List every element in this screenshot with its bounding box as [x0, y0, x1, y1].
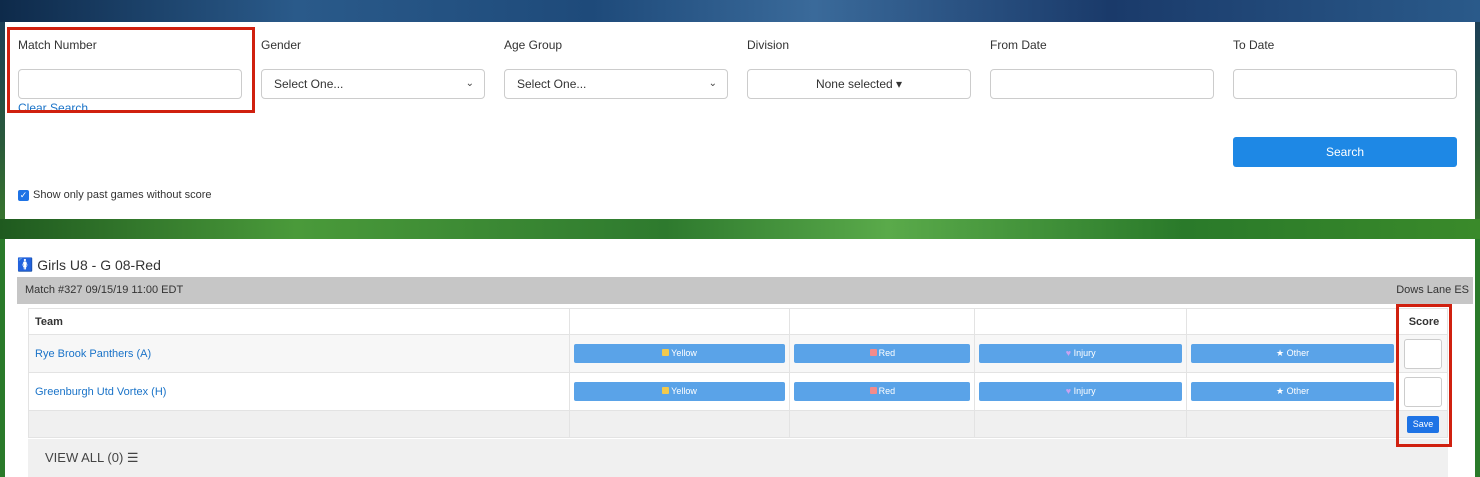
past-games-label: Show only past games without score [33, 189, 212, 201]
clear-search-link[interactable]: Clear Search [18, 101, 88, 115]
age-group-field: Age Group Select One... ⌄ [504, 37, 728, 99]
score-input[interactable] [1403, 376, 1442, 407]
team-link[interactable]: Rye Brook Panthers (A) [33, 348, 151, 360]
from-date-input[interactable] [990, 69, 1214, 99]
search-button[interactable]: Search [1233, 137, 1457, 167]
table-header-row: Team Score [28, 308, 1449, 335]
yellow-card-button[interactable]: Yellow [573, 344, 786, 363]
to-date-input[interactable] [1233, 69, 1457, 99]
search-panel: Match Number Clear Search Gender Select … [5, 22, 1475, 219]
match-table: Team Score Rye Brook Panthers (A) Yellow… [28, 308, 1449, 438]
division-title: Girls U8 - G 08-Red [37, 257, 161, 273]
heart-icon: ♥ [1065, 386, 1072, 396]
age-group-select-value: Select One... [517, 77, 587, 91]
division-field: Division None selected ▾ [747, 37, 971, 99]
match-number-input[interactable] [18, 69, 242, 99]
team-column-header: Team [28, 308, 570, 335]
division-heading: 🚺 Girls U8 - G 08-Red [17, 257, 161, 273]
team-link[interactable]: Greenburgh Utd Vortex (H) [33, 386, 166, 398]
to-date-field: To Date [1233, 37, 1457, 99]
star-icon: ★ [1275, 348, 1285, 358]
view-all-label: VIEW ALL (0) [45, 450, 124, 465]
from-date-label: From Date [990, 38, 1047, 52]
results-panel: 🚺 Girls U8 - G 08-Red Match #327 09/15/1… [5, 239, 1475, 477]
red-card-button[interactable]: Red [794, 382, 971, 401]
star-icon: ★ [1275, 386, 1285, 396]
list-icon: ☰ [126, 450, 139, 465]
field-background [0, 219, 1480, 239]
injury-button[interactable]: ♥ Injury [979, 382, 1183, 401]
past-games-checkbox[interactable]: ✓ [18, 189, 29, 201]
gender-select-value: Select One... [274, 77, 344, 91]
field-background-right [1475, 239, 1480, 477]
other-button[interactable]: ★ Other [1191, 344, 1394, 363]
female-person-icon: 🚺 [17, 257, 34, 272]
age-group-label: Age Group [504, 38, 563, 52]
yellow-card-button[interactable]: Yellow [573, 382, 786, 401]
past-games-checkbox-row[interactable]: ✓ Show only past games without score [18, 189, 212, 201]
yellow-card-icon [662, 349, 670, 356]
chevron-down-icon: ⌄ [465, 78, 474, 89]
gender-select[interactable]: Select One... ⌄ [261, 69, 485, 99]
red-card-icon [869, 349, 877, 356]
save-button[interactable]: Save [1406, 415, 1439, 433]
view-all-link[interactable]: VIEW ALL (0) ☰ [28, 439, 1448, 477]
heart-icon: ♥ [1065, 348, 1072, 358]
match-number-label: Match Number [18, 38, 97, 52]
match-header: Match #327 09/15/19 11:00 EDT Dows Lane … [17, 277, 1473, 304]
table-row: Greenburgh Utd Vortex (H) Yellow Red ♥ I… [28, 372, 1449, 411]
chevron-down-icon: ⌄ [708, 78, 717, 89]
age-group-select[interactable]: Select One... ⌄ [504, 69, 728, 99]
to-date-label: To Date [1233, 38, 1275, 52]
match-info: Match #327 09/15/19 11:00 EDT [25, 284, 184, 296]
table-row: Rye Brook Panthers (A) Yellow Red ♥ Inju… [28, 334, 1449, 373]
match-number-field: Match Number Clear Search [18, 37, 242, 115]
other-button[interactable]: ★ Other [1191, 382, 1394, 401]
from-date-field: From Date [990, 37, 1214, 99]
header-background [0, 0, 1480, 22]
division-multiselect[interactable]: None selected ▾ [747, 69, 971, 99]
gender-field: Gender Select One... ⌄ [261, 37, 485, 99]
gender-label: Gender [261, 38, 302, 52]
table-footer-row: Save [28, 410, 1449, 438]
red-card-icon [869, 387, 877, 394]
score-input[interactable] [1403, 338, 1442, 369]
score-column-header: Score [1397, 308, 1449, 335]
yellow-card-icon [662, 387, 670, 394]
injury-button[interactable]: ♥ Injury [979, 344, 1183, 363]
match-venue: Dows Lane ES [1396, 284, 1469, 296]
red-card-button[interactable]: Red [794, 344, 971, 363]
division-label: Division [747, 38, 790, 52]
